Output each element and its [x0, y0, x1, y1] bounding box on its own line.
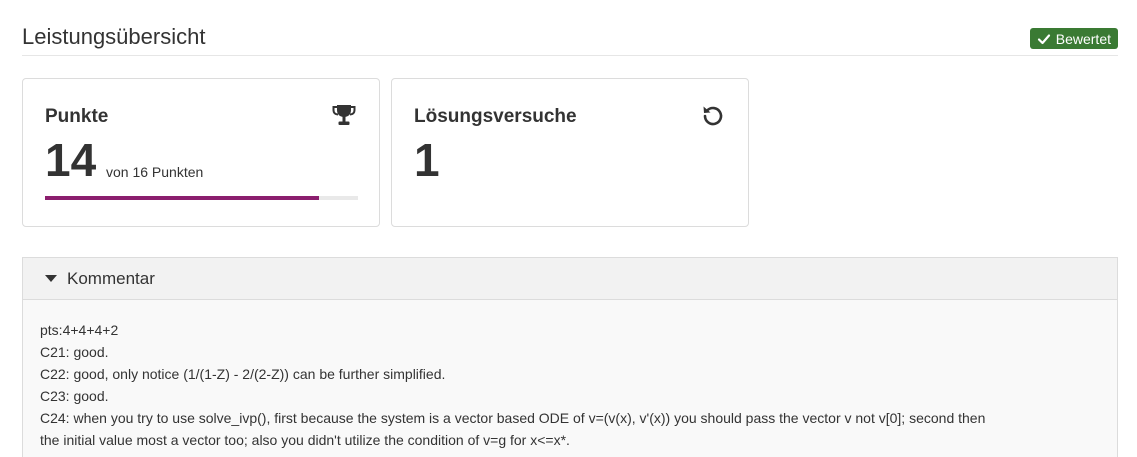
- points-card: Punkte 14 von 16 Punkten: [22, 78, 380, 227]
- attempts-value: 1: [414, 134, 440, 186]
- status-badge: Bewertet: [1029, 28, 1118, 49]
- caret-down-icon: [45, 275, 57, 282]
- page-title: Leistungsübersicht: [22, 24, 206, 49]
- comment-panel: Kommentar pts:4+4+4+2 C21: good. C22: go…: [22, 257, 1118, 457]
- undo-icon: [703, 106, 723, 126]
- comment-label: Kommentar: [67, 268, 155, 288]
- points-title: Punkte: [45, 106, 109, 127]
- comment-line: C22: good, only notice (1/(1-Z) - 2/(2-Z…: [40, 366, 446, 382]
- comment-line: C24: when you try to use solve_ivp(), fi…: [40, 410, 986, 426]
- check-icon: [1037, 33, 1050, 44]
- points-progress-bar: [45, 196, 358, 200]
- points-progress-fill: [45, 196, 319, 200]
- section-header: Leistungsübersicht Bewertet: [22, 22, 1118, 56]
- attempts-title: Lösungsversuche: [414, 106, 577, 127]
- comment-line: the initial value most a vector too; als…: [40, 432, 570, 448]
- attempts-card: Lösungsversuche 1: [391, 78, 749, 227]
- points-max: von 16 Punkten: [106, 164, 204, 180]
- trophy-icon: [332, 105, 356, 125]
- status-badge-label: Bewertet: [1055, 30, 1111, 47]
- comment-toggle[interactable]: Kommentar: [23, 258, 1117, 300]
- comment-body: pts:4+4+4+2 C21: good. C22: good, only n…: [23, 300, 1117, 451]
- comment-line: pts:4+4+4+2: [40, 322, 119, 338]
- comment-line: C23: good.: [40, 388, 109, 404]
- points-value: 14: [45, 134, 97, 186]
- comment-line: C21: good.: [40, 344, 109, 360]
